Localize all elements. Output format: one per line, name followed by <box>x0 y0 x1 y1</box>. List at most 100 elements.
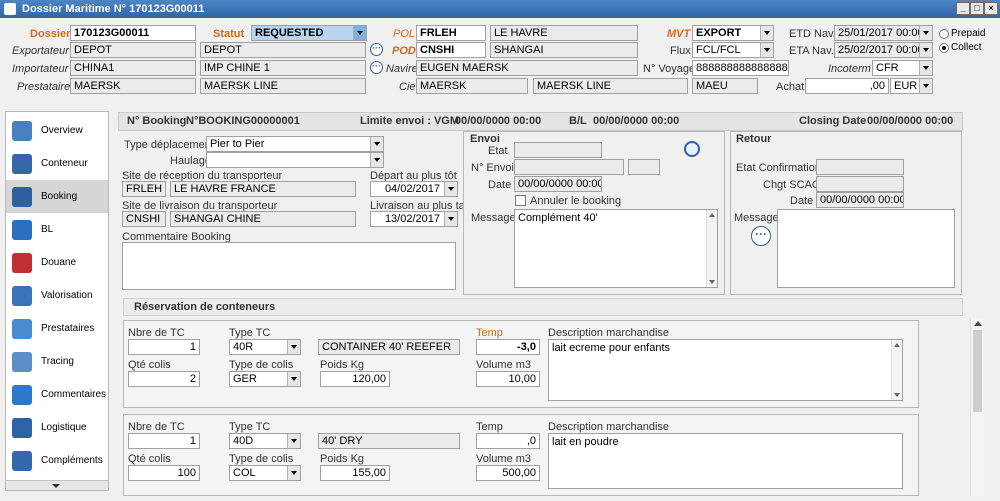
sidebar-item-conteneur[interactable]: Conteneur <box>6 147 108 180</box>
envoi-etat-field[interactable] <box>514 142 602 158</box>
chevron-down-icon[interactable] <box>919 79 932 93</box>
prestataire-code-field[interactable]: MAERSK <box>70 78 196 94</box>
annuler-booking-checkbox[interactable] <box>515 195 526 206</box>
site-livraison-name-field[interactable]: SHANGAI CHINE <box>170 211 356 227</box>
qte-colis-field[interactable]: 100 <box>128 465 200 481</box>
importateur-code-field[interactable]: CHINA1 <box>70 60 196 76</box>
mvt-select[interactable]: EXPORT <box>692 25 774 41</box>
type-deplacement-select[interactable]: Pier to Pier <box>206 136 384 152</box>
chevron-down-icon[interactable] <box>370 137 383 151</box>
volume-field[interactable]: 10,00 <box>476 371 540 387</box>
collect-radio[interactable] <box>939 43 949 53</box>
type-colis-select[interactable]: COL <box>229 465 301 481</box>
incoterm-select[interactable]: CFR <box>872 60 933 76</box>
retour-message-textarea[interactable] <box>777 209 955 288</box>
volume-field[interactable]: 500,00 <box>476 465 540 481</box>
more-icon[interactable]: ··· <box>370 43 383 56</box>
envoi-date-field[interactable]: 00/00/0000 00:00 <box>514 176 602 192</box>
achat-field[interactable]: ,00 <box>805 78 889 94</box>
sidebar-item-commentaires[interactable]: Commentaires <box>6 378 108 411</box>
site-reception-name-field[interactable]: LE HAVRE FRANCE <box>170 181 356 197</box>
eta-field[interactable]: 25/02/2017 00:00 <box>834 42 933 58</box>
more-icon[interactable]: ··· <box>751 226 771 246</box>
depart-field[interactable]: 04/02/2017 <box>370 181 458 197</box>
scrollbar-thumb[interactable] <box>973 330 982 412</box>
commentaire-textarea[interactable] <box>122 242 456 290</box>
reservation-scrollbar[interactable] <box>970 318 984 496</box>
chevron-down-icon[interactable] <box>52 484 60 488</box>
statut-select[interactable]: REQUESTED <box>251 25 367 41</box>
nbre-tc-field[interactable]: 1 <box>128 433 200 449</box>
cie-name-field[interactable]: MAERSK LINE <box>533 78 688 94</box>
chevron-down-icon[interactable] <box>370 153 383 167</box>
voyage-field[interactable]: 888888888888888881 <box>692 60 789 76</box>
sidebar-item-tracing[interactable]: Tracing <box>6 345 108 378</box>
exportateur-code-field[interactable]: DEPOT <box>70 42 196 58</box>
close-button[interactable]: × <box>984 2 998 15</box>
chevron-down-icon[interactable] <box>444 212 457 226</box>
pod-name-field[interactable]: SHANGAI <box>490 42 638 58</box>
sidebar-item-prestataires[interactable]: Prestataires <box>6 312 108 345</box>
prestataire-name-field[interactable]: MAERSK LINE <box>200 78 366 94</box>
type-tc-select[interactable]: 40R <box>229 339 301 355</box>
envoi-num-suffix-field[interactable] <box>628 159 660 175</box>
etd-field[interactable]: 25/01/2017 00:00 <box>834 25 933 41</box>
envoi-message-scrollbar[interactable] <box>706 210 717 287</box>
nbre-tc-field[interactable]: 1 <box>128 339 200 355</box>
chevron-down-icon[interactable] <box>353 26 366 40</box>
maximize-button[interactable]: □ <box>970 2 984 15</box>
dossier-field[interactable]: 170123G00011 <box>70 25 196 41</box>
chevron-down-icon[interactable] <box>919 43 932 57</box>
navire-field[interactable]: EUGEN MAERSK <box>416 60 638 76</box>
chevron-down-icon[interactable] <box>287 340 300 354</box>
exportateur-name-field[interactable]: DEPOT <box>200 42 366 58</box>
minimize-button[interactable]: _ <box>956 2 970 15</box>
chevron-down-icon[interactable] <box>287 434 300 448</box>
site-reception-code-field[interactable]: FRLEH <box>122 181 166 197</box>
chgt-scac-field[interactable] <box>816 176 904 192</box>
qte-colis-field[interactable]: 2 <box>128 371 200 387</box>
envoi-message-textarea[interactable]: Complément 40' <box>514 209 718 288</box>
sidebar-item-booking[interactable]: Booking <box>6 180 108 213</box>
poids-field[interactable]: 120,00 <box>320 371 390 387</box>
chevron-down-icon[interactable] <box>287 466 300 480</box>
sidebar-item-overview[interactable]: Overview <box>6 114 108 147</box>
refresh-icon[interactable] <box>684 141 700 157</box>
chevron-down-icon[interactable] <box>919 26 932 40</box>
site-livraison-code-field[interactable]: CNSHI <box>122 211 166 227</box>
sidebar-item-complements[interactable]: Compléments <box>6 444 108 477</box>
more-icon[interactable]: ··· <box>370 61 383 74</box>
retour-date-field[interactable]: 00/00/0000 00:00 <box>816 192 904 208</box>
poids-field[interactable]: 155,00 <box>320 465 390 481</box>
temp-field[interactable]: ,0 <box>476 433 540 449</box>
envoi-num-field[interactable] <box>514 159 624 175</box>
description-scrollbar[interactable] <box>891 340 902 400</box>
pol-code-field[interactable]: FRLEH <box>416 25 486 41</box>
sidebar-item-logistique[interactable]: Logistique <box>6 411 108 444</box>
pod-code-field[interactable]: CNSHI <box>416 42 486 58</box>
achat-currency-select[interactable]: EUR <box>890 78 933 94</box>
type-tc-name-field[interactable]: 40' DRY <box>318 433 460 449</box>
haulage-select[interactable] <box>206 152 384 168</box>
sidebar-item-douane[interactable]: Douane <box>6 246 108 279</box>
temp-field[interactable]: -3,0 <box>476 339 540 355</box>
type-tc-select[interactable]: 40D <box>229 433 301 449</box>
description-textarea[interactable]: lait en poudre <box>548 433 903 489</box>
flux-select[interactable]: FCL/FCL <box>692 42 774 58</box>
chevron-down-icon[interactable] <box>287 372 300 386</box>
sidebar-item-valorisation[interactable]: Valorisation <box>6 279 108 312</box>
livraison-field[interactable]: 13/02/2017 <box>370 211 458 227</box>
chevron-down-icon[interactable] <box>760 43 773 57</box>
importateur-name-field[interactable]: IMP CHINE 1 <box>200 60 366 76</box>
sidebar-item-bl[interactable]: BL <box>6 213 108 246</box>
chevron-up-icon[interactable] <box>974 321 982 326</box>
chevron-down-icon[interactable] <box>760 26 773 40</box>
description-textarea[interactable]: lait ecreme pour enfants <box>548 339 903 401</box>
pol-name-field[interactable]: LE HAVRE <box>490 25 638 41</box>
sidebar-scroll-down[interactable] <box>6 480 108 490</box>
chevron-down-icon[interactable] <box>919 61 932 75</box>
type-colis-select[interactable]: GER <box>229 371 301 387</box>
etat-confirmation-field[interactable] <box>816 159 904 175</box>
type-tc-name-field[interactable]: CONTAINER 40' REEFER <box>318 339 460 355</box>
prepaid-radio[interactable] <box>939 29 949 39</box>
